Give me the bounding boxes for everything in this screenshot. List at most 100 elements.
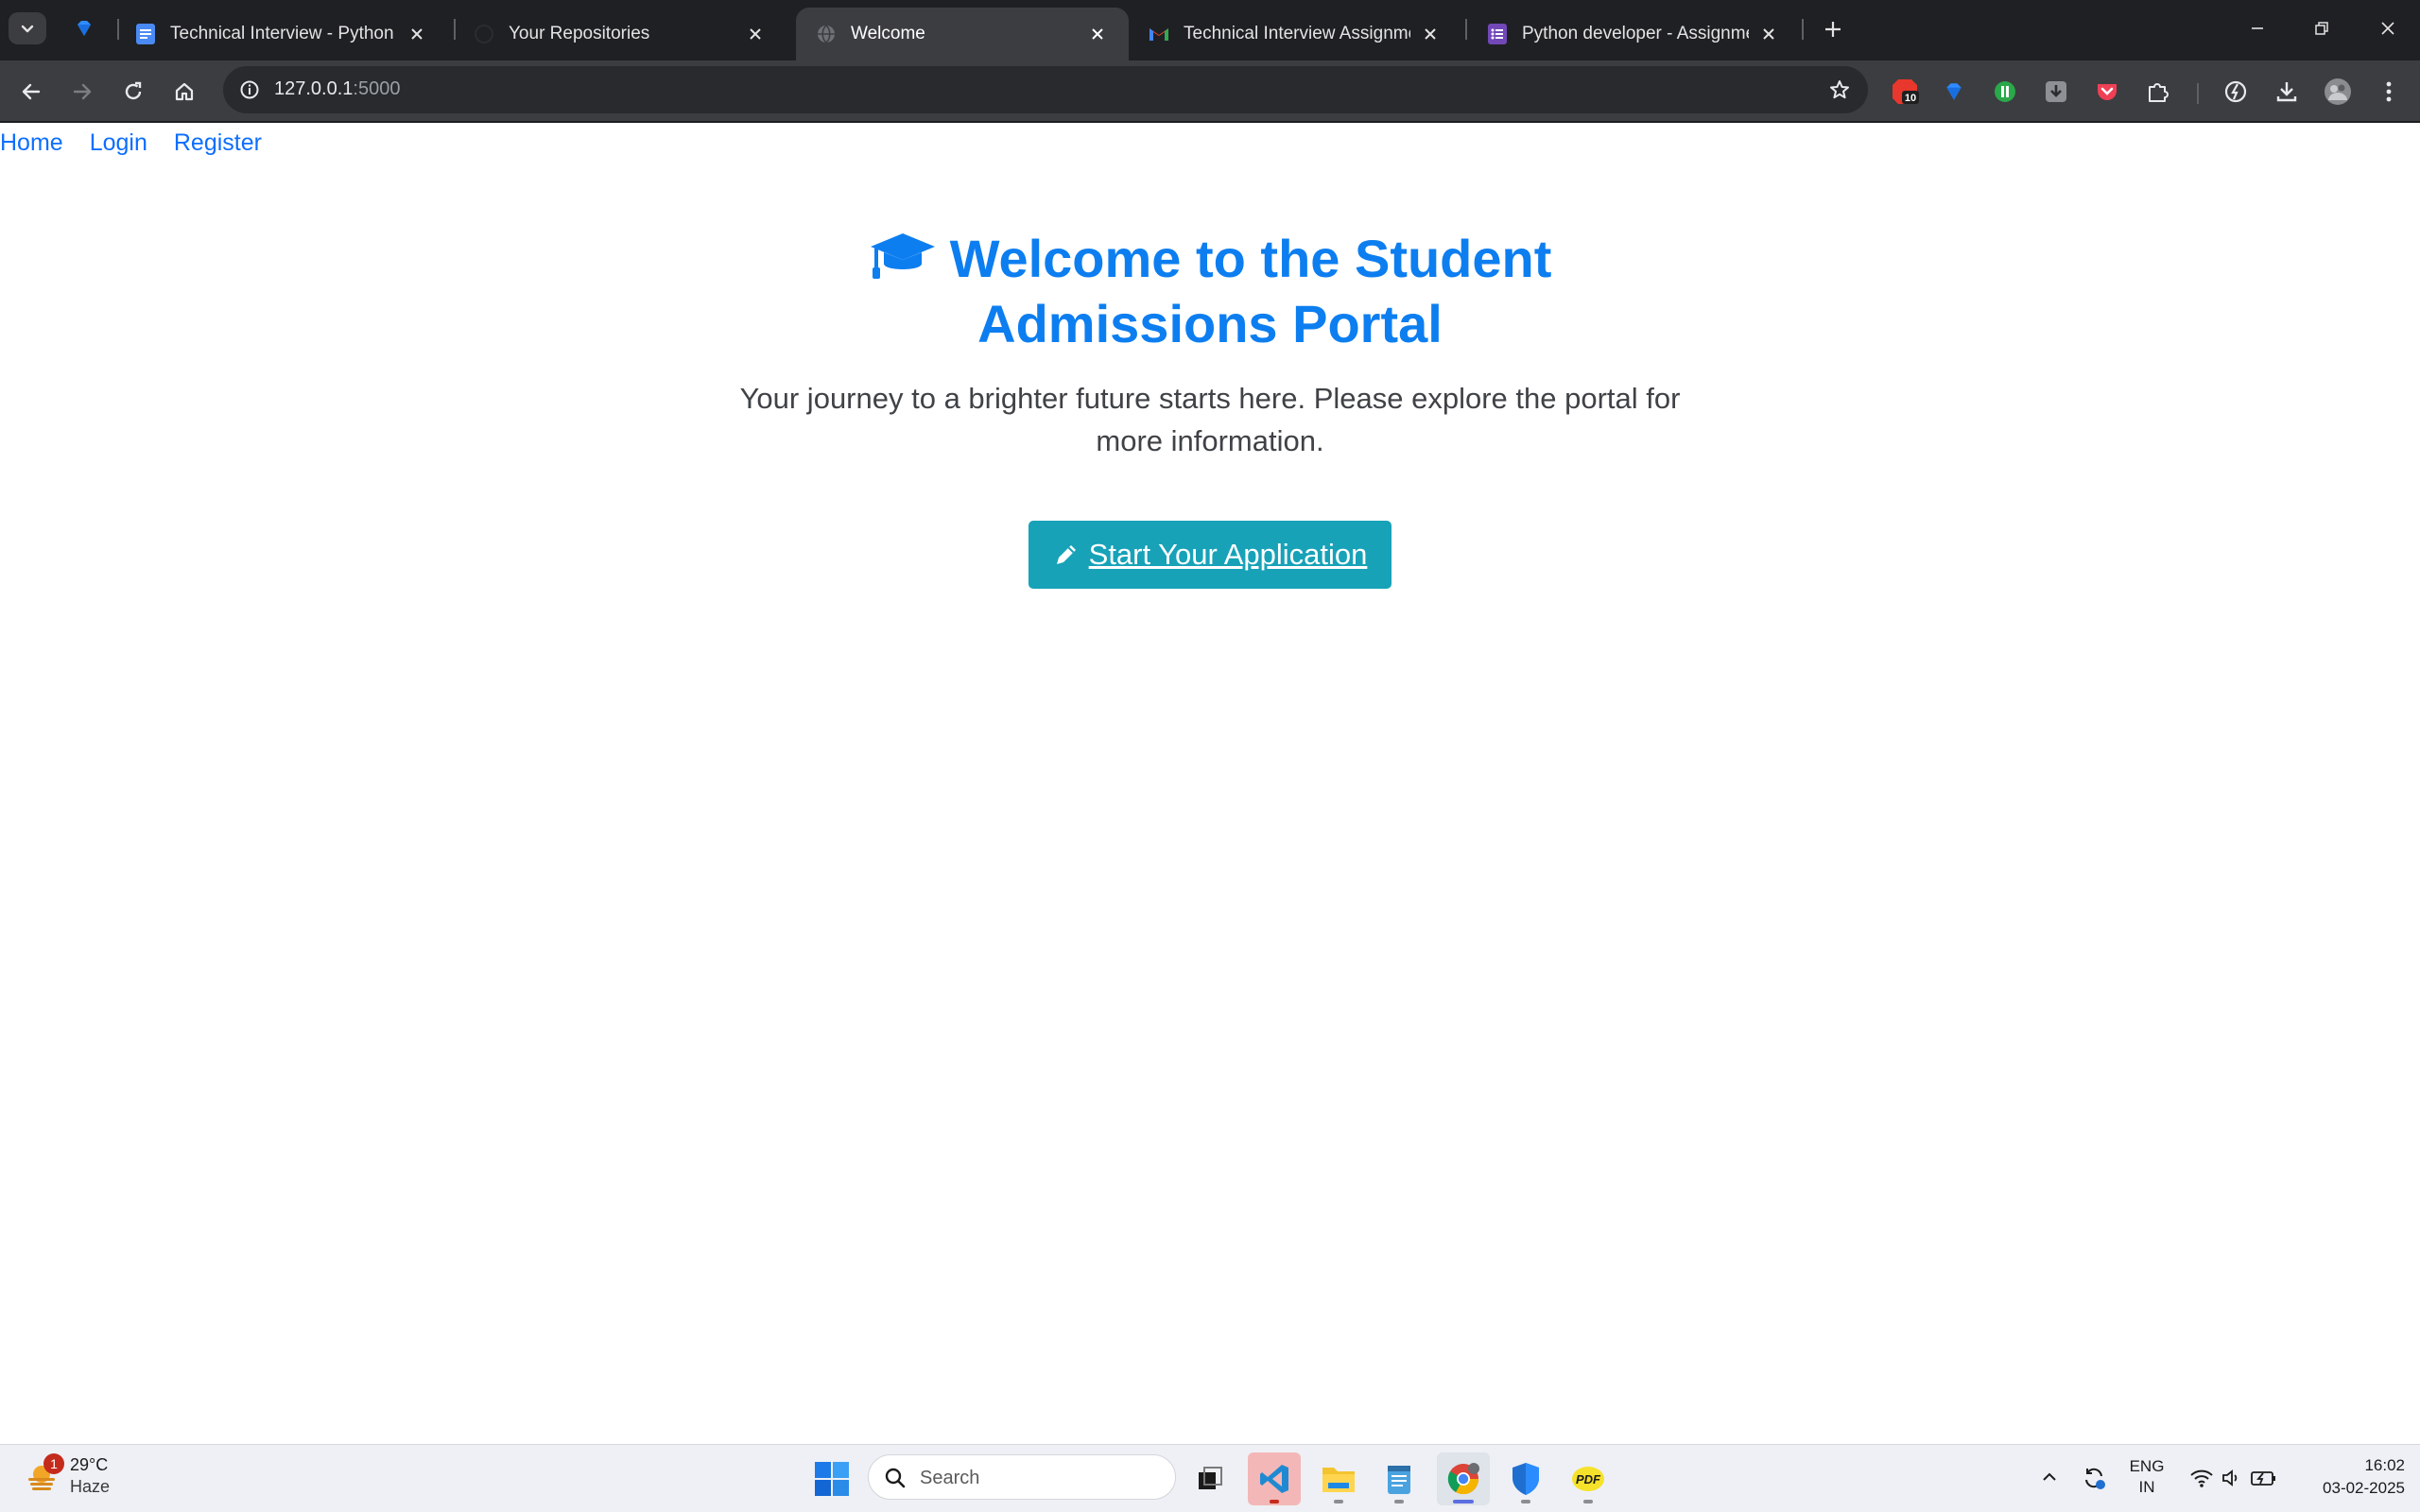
browser-toolbar: 127.0.0.1:5000 10 — [0, 60, 2420, 123]
more-vertical-icon — [2386, 81, 2392, 102]
extension-pocket[interactable] — [2091, 76, 2123, 108]
pocket-icon — [2098, 84, 2117, 100]
graduation-cap-icon — [869, 232, 937, 293]
close-icon[interactable] — [1418, 22, 1443, 46]
browser-tab-strip: Technical Interview - Python Your Reposi… — [0, 0, 2420, 60]
clock-date: 03-02-2025 — [2323, 1479, 2405, 1497]
taskbar-app-file-explorer[interactable] — [1312, 1452, 1365, 1505]
sync-icon — [2085, 1468, 2105, 1489]
start-application-button[interactable]: Start Your Application — [1028, 521, 1392, 589]
home-button[interactable] — [166, 74, 202, 110]
running-indicator — [1334, 1500, 1343, 1503]
downloads-button[interactable] — [2271, 76, 2303, 108]
new-tab-button[interactable] — [1815, 13, 1851, 45]
google-forms-icon — [1486, 23, 1509, 45]
restore-button[interactable] — [2295, 8, 2348, 49]
taskbar-search[interactable]: Search — [868, 1454, 1176, 1500]
chevron-down-icon — [21, 25, 34, 33]
extension-gem[interactable] — [1938, 76, 1970, 108]
nav-link-register[interactable]: Register — [174, 129, 262, 157]
taskbar-app-task-view[interactable] — [1184, 1452, 1236, 1505]
extensions-button[interactable] — [2142, 76, 2174, 108]
start-button[interactable] — [813, 1460, 851, 1498]
page-title-text: Welcome to the Student Admissions Portal — [949, 229, 1552, 353]
weather-text: 29°C Haze — [70, 1454, 110, 1498]
clock-time: 16:02 — [2364, 1456, 2405, 1474]
system-clock[interactable]: 16:02 03-02-2025 — [2288, 1454, 2405, 1500]
running-indicator — [1394, 1500, 1404, 1503]
tab-title: Your Repositories — [509, 24, 650, 43]
extension-adblock[interactable]: 10 — [1889, 76, 1921, 108]
profile-avatar[interactable] — [2322, 76, 2354, 108]
tab-welcome[interactable]: Welcome — [796, 8, 1129, 60]
arrow-right-icon — [73, 83, 92, 100]
taskbar-app-chrome[interactable] — [1437, 1452, 1490, 1505]
toolbar-divider — [2197, 83, 2199, 104]
show-hidden-icons-button[interactable] — [2036, 1464, 2063, 1490]
restore-icon — [2315, 22, 2328, 35]
taskbar-app-notepad[interactable] — [1373, 1452, 1426, 1505]
globe-icon — [815, 23, 838, 45]
hero-lead-text: Your journey to a brighter future starts… — [739, 382, 1681, 457]
input-language-indicator[interactable]: ENG IN — [2125, 1456, 2169, 1498]
close-icon[interactable] — [1085, 22, 1110, 46]
tab-your-repositories[interactable]: Your Repositories — [454, 8, 786, 60]
nav-link-home[interactable]: Home — [0, 129, 63, 157]
haze-weather-icon: 1 — [25, 1453, 64, 1493]
nav-link-login[interactable]: Login — [90, 129, 147, 157]
weather-condition: Haze — [70, 1477, 111, 1496]
search-placeholder: Search — [920, 1468, 980, 1488]
download-icon — [2276, 82, 2297, 102]
chrome-menu-button[interactable] — [2373, 76, 2405, 108]
start-application-label: Start Your Application — [1088, 538, 1368, 571]
extension-download-helper[interactable] — [2040, 76, 2072, 108]
tab-technical-interview-assignment[interactable]: Technical Interview Assignment — [1129, 8, 1461, 60]
tab-python-developer-assignment[interactable]: Python developer - Assignment — [1467, 8, 1800, 60]
windows-taskbar: 1 29°C Haze Search PDF ENG IN 16:02 03-0… — [0, 1444, 2420, 1512]
windows-logo-icon — [815, 1462, 849, 1496]
avatar-icon — [2325, 78, 2351, 105]
site-info-icon[interactable] — [236, 77, 263, 103]
back-button[interactable] — [13, 74, 49, 110]
minimize-button[interactable] — [2231, 8, 2284, 49]
tab-technical-interview-python[interactable]: Technical Interview - Python — [115, 8, 448, 60]
url-host: 127.0.0.1 — [274, 78, 354, 99]
close-icon[interactable] — [743, 22, 768, 46]
reload-icon — [125, 81, 142, 100]
pdf-icon: PDF — [1572, 1467, 1604, 1491]
running-indicator — [1453, 1500, 1474, 1503]
wifi-icon — [2190, 1469, 2213, 1487]
bookmark-star-icon[interactable] — [1826, 77, 1853, 103]
download-box-icon — [2046, 81, 2066, 102]
reload-button[interactable] — [115, 74, 151, 110]
green-extension-icon — [1995, 81, 2015, 102]
extension-green[interactable] — [1989, 76, 2021, 108]
pencil-icon — [1053, 541, 1080, 568]
address-bar[interactable]: 127.0.0.1:5000 — [223, 66, 1868, 113]
battery-charging-icon — [2251, 1471, 2275, 1486]
gem-icon — [78, 21, 91, 36]
close-icon[interactable] — [1756, 22, 1781, 46]
close-icon[interactable] — [405, 22, 429, 46]
taskbar-app-vscode[interactable] — [1248, 1452, 1301, 1505]
taskbar-app-security[interactable] — [1499, 1452, 1552, 1505]
sync-tray-button[interactable] — [2080, 1464, 2108, 1492]
close-window-button[interactable] — [2361, 8, 2414, 49]
tab-search-button[interactable] — [9, 12, 46, 44]
battery-status[interactable] — [2248, 1464, 2280, 1492]
leaf-speed-icon — [2224, 80, 2247, 103]
wifi-status[interactable] — [2187, 1464, 2216, 1492]
shield-icon — [1512, 1463, 1539, 1495]
weather-temperature: 29°C — [70, 1455, 109, 1474]
forward-button[interactable] — [64, 74, 100, 110]
performance-button[interactable] — [2220, 76, 2252, 108]
pinned-tab[interactable] — [62, 9, 106, 47]
tab-title: Technical Interview - Python — [170, 24, 394, 43]
volume-status[interactable] — [2218, 1464, 2246, 1492]
tab-separator — [1802, 19, 1804, 40]
google-docs-icon — [134, 23, 157, 45]
web-page: Home Login Register Welcome to the Stude… — [0, 124, 2420, 1444]
taskbar-app-pdf[interactable]: PDF — [1562, 1452, 1615, 1505]
weather-widget[interactable]: 1 29°C Haze — [25, 1453, 110, 1498]
top-nav: Home Login Register — [0, 129, 288, 157]
